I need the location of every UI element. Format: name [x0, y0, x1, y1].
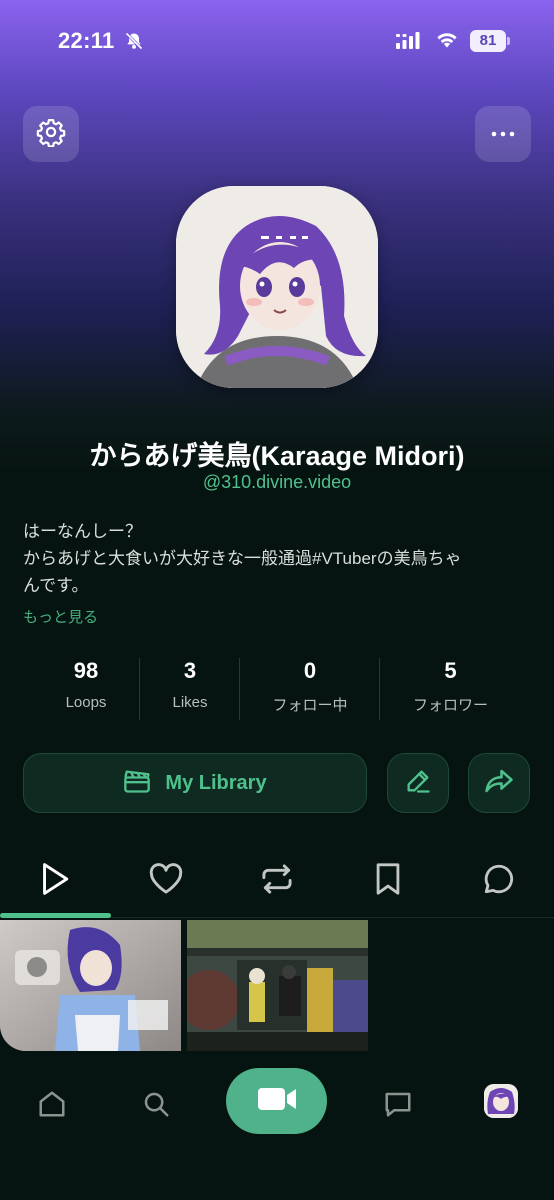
profile-avatar-image[interactable]	[176, 186, 378, 388]
tab-comments[interactable]	[444, 850, 554, 912]
wifi-icon	[435, 30, 459, 55]
status-bar: 22:11 81	[0, 0, 554, 80]
gear-icon	[36, 117, 66, 152]
nav-home[interactable]	[32, 1086, 72, 1126]
tab-videos[interactable]	[0, 850, 110, 912]
home-icon	[37, 1089, 67, 1124]
record-video-button[interactable]	[226, 1068, 327, 1134]
stat-value: 3	[183, 658, 197, 683]
share-arrow-icon	[484, 767, 514, 800]
video-grid	[0, 920, 554, 1051]
status-time: 22:11	[58, 28, 115, 53]
bottom-navigation	[0, 1058, 554, 1200]
settings-button[interactable]	[23, 106, 79, 162]
bio-line: はーなんしー？	[23, 522, 142, 541]
stat-value: 0	[303, 658, 317, 683]
bio-line: んです。	[23, 576, 89, 595]
pencil-icon	[404, 767, 432, 800]
active-tab-indicator	[0, 913, 111, 918]
play-icon	[39, 862, 71, 901]
my-library-label: My Library	[165, 771, 267, 794]
tab-likes[interactable]	[111, 850, 221, 912]
profile-stats: 98 Loops 3 Likes 0 フォロー中 5 フォロワー	[23, 658, 533, 720]
stat-loops[interactable]: 98 Loops	[23, 658, 149, 711]
stat-value: 98	[73, 658, 99, 683]
display-name: からあげ美鳥(Karaage Midori)	[89, 441, 465, 471]
user-handle[interactable]: @310.divine.video	[0, 472, 554, 493]
cellular-signal-icon	[396, 32, 422, 55]
comment-icon	[482, 862, 516, 901]
bookmark-icon	[374, 862, 402, 901]
video-thumbnail[interactable]	[0, 920, 181, 1051]
nav-search[interactable]	[136, 1086, 176, 1126]
message-icon	[383, 1089, 413, 1124]
stat-label: フォロワー	[412, 697, 488, 714]
search-icon	[141, 1089, 171, 1124]
clapperboard-icon	[123, 768, 151, 799]
stat-likes[interactable]: 3 Likes	[140, 658, 240, 711]
stat-label: フォロー中	[272, 697, 348, 714]
more-horizontal-icon	[489, 125, 517, 143]
heart-icon	[148, 862, 184, 900]
battery-indicator: 81	[470, 30, 506, 52]
tab-bookmarks[interactable]	[333, 850, 443, 912]
nav-profile-avatar[interactable]	[484, 1084, 518, 1118]
show-more-link[interactable]: もっと見る	[23, 606, 98, 627]
profile-bio: はーなんしー？ からあげと大食いが大好きな一般通過#VTuberの美鳥ちゃ んで…	[23, 518, 533, 599]
more-options-button[interactable]	[475, 106, 531, 162]
share-profile-button[interactable]	[468, 753, 530, 813]
stat-following[interactable]: 0 フォロー中	[240, 658, 380, 715]
video-camera-icon	[256, 1085, 298, 1118]
battery-tip	[507, 37, 510, 45]
stat-label: Loops	[65, 694, 107, 711]
stat-followers[interactable]: 5 フォロワー	[380, 658, 521, 715]
my-library-button[interactable]: My Library	[23, 753, 367, 813]
tab-reposts[interactable]	[222, 850, 332, 912]
content-tabs	[0, 850, 554, 918]
stat-value: 5	[444, 658, 457, 683]
nav-messages[interactable]	[378, 1086, 418, 1126]
edit-profile-button[interactable]	[387, 753, 449, 813]
bio-line: からあげと大食いが大好きな一般通過#VTuberの美鳥ちゃ	[23, 549, 462, 568]
bell-muted-icon	[124, 31, 144, 56]
stat-label: Likes	[172, 694, 208, 711]
video-thumbnail[interactable]	[187, 920, 368, 1051]
repost-icon	[259, 863, 295, 900]
